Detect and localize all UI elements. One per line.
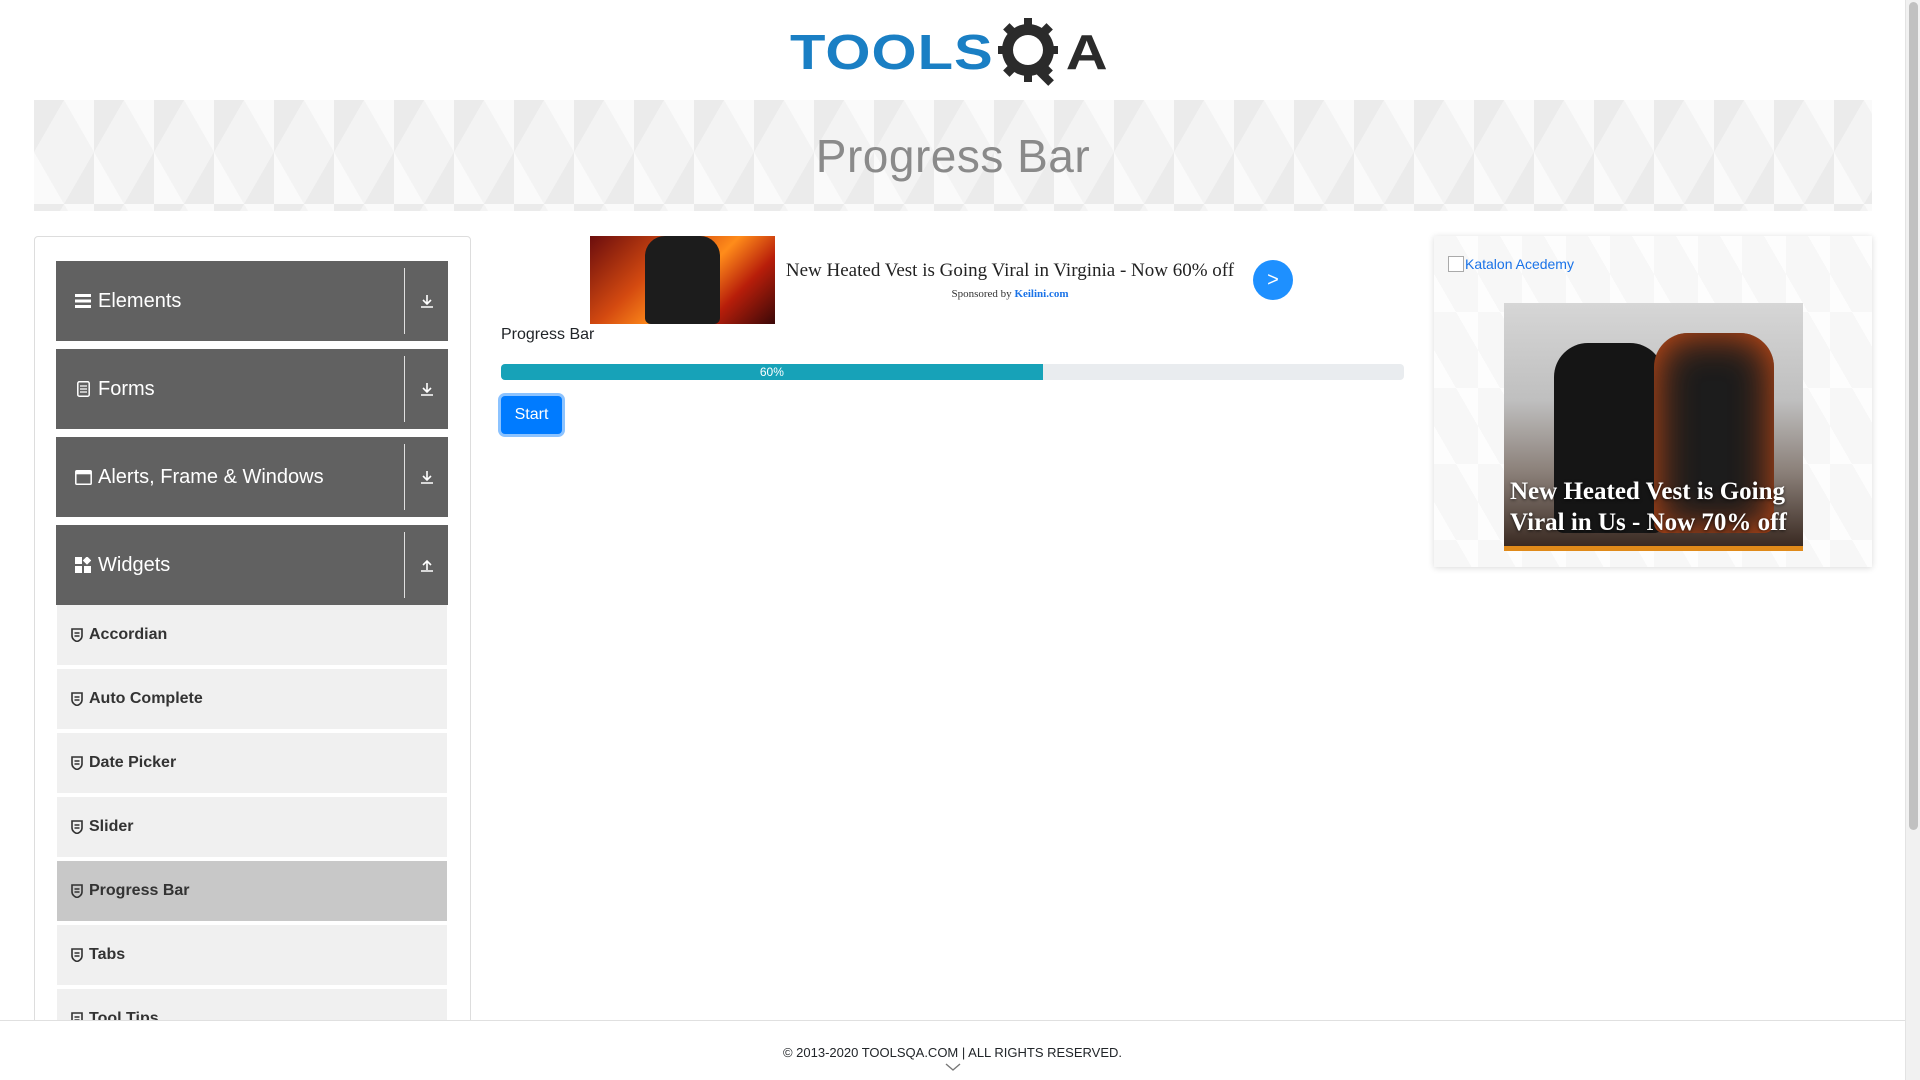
document-icon [74, 380, 92, 398]
collapse-up-icon[interactable] [404, 532, 448, 598]
logo-text-qa: A [1065, 24, 1108, 81]
sidebar-item-slider[interactable]: Slider [57, 797, 447, 859]
badge-icon [71, 692, 83, 706]
expand-down-icon[interactable] [404, 444, 448, 510]
badge-icon [71, 948, 83, 962]
badge-icon [71, 756, 83, 770]
ad-headline[interactable]: New Heated Vest is Going Viral in Virgin… [775, 260, 1245, 283]
side-ad[interactable]: Katalon Acedemy New Heated Vest is Going… [1434, 236, 1872, 567]
scrollbar-thumb[interactable] [1909, 2, 1918, 830]
expand-down-icon[interactable] [404, 356, 448, 422]
sidebar-group-label: Widgets [98, 553, 171, 576]
sidebar-group-label: Alerts, Frame & Windows [98, 465, 324, 488]
ad-sponsored-by: Sponsored by [951, 288, 1012, 301]
sponsored-ad-banner[interactable]: New Heated Vest is Going Viral in Virgin… [590, 236, 1410, 324]
sidebar-item-date-picker[interactable]: Date Picker [57, 733, 447, 795]
sidebar-item-label: Slider [89, 818, 134, 835]
sidebar-item-tabs[interactable]: Tabs [57, 925, 447, 987]
logo-text-tools: TOOLS [790, 24, 994, 81]
sidebar-group-label: Elements [98, 289, 182, 312]
toolsqa-logo[interactable]: TOOLS A [790, 14, 1120, 92]
side-ad-caption[interactable]: New Heated Vest is Going Viral in Us - N… [1510, 477, 1799, 538]
sidebar-item-label: Auto Complete [89, 690, 203, 707]
sidebar-item-accordian[interactable]: Accordian [57, 605, 447, 667]
sidebar-item-label: Accordian [89, 626, 168, 643]
progress-bar-label: Progress Bar [501, 326, 595, 343]
progress-bar: 60% [501, 364, 1404, 380]
start-button[interactable]: Start [501, 396, 562, 434]
sidebar-group-label: Forms [98, 377, 155, 400]
ad-image[interactable] [590, 236, 775, 324]
page-title: Progress Bar [815, 129, 1091, 182]
window-icon [74, 468, 92, 486]
footer-copyright: © 2013-2020 TOOLSQA.COM | ALL RIGHTS RES… [782, 1045, 1123, 1060]
ad-next-button[interactable]: > [1253, 260, 1293, 300]
footer: © 2013-2020 TOOLSQA.COM | ALL RIGHTS RES… [0, 1020, 1905, 1080]
hamburger-icon [74, 292, 92, 310]
widgets-icon [74, 556, 92, 574]
katalon-academy-alt-text[interactable]: Katalon Acedemy [1465, 256, 1574, 272]
sidebar-group-widgets[interactable]: Widgets [56, 525, 448, 605]
badge-icon [71, 884, 83, 898]
sidebar-group-alerts[interactable]: Alerts, Frame & Windows [56, 437, 448, 517]
page: TOOLS A Progress Bar Elements Forms Aler… [0, 0, 1920, 1080]
side-ad-image[interactable]: New Heated Vest is Going Viral in Us - N… [1504, 303, 1803, 551]
page-scrollbar[interactable] [1905, 0, 1920, 1080]
badge-icon [71, 628, 83, 642]
sidebar-group-elements[interactable]: Elements [56, 261, 448, 341]
ad-sponsor-line: Sponsored by Keilini.com [775, 288, 1245, 300]
progress-bar-fill: 60% [501, 364, 1043, 380]
sidebar-item-auto-complete[interactable]: Auto Complete [57, 669, 447, 731]
sidebar-group-forms[interactable]: Forms [56, 349, 448, 429]
page-banner: Progress Bar [34, 100, 1872, 211]
sidebar-item-progress-bar[interactable]: Progress Bar [57, 861, 447, 923]
sidebar-item-label: Date Picker [89, 754, 177, 771]
katalon-academy-link[interactable]: Katalon Acedemy [1448, 256, 1574, 272]
ad-sponsor-link[interactable]: Keilini.com [1014, 288, 1068, 300]
gear-magnifier-icon [997, 18, 1058, 86]
sidebar-item-label: Progress Bar [89, 882, 190, 899]
expand-down-icon[interactable] [404, 268, 448, 334]
chevron-down-icon[interactable] [0, 1063, 1905, 1071]
sidebar-item-label: Tabs [89, 946, 126, 963]
broken-image-icon [1448, 256, 1464, 272]
badge-icon [71, 820, 83, 834]
sidebar: Elements Forms Alerts, Frame & Windows W… [34, 236, 471, 1080]
ad-text[interactable]: New Heated Vest is Going Viral in Virgin… [775, 260, 1245, 301]
